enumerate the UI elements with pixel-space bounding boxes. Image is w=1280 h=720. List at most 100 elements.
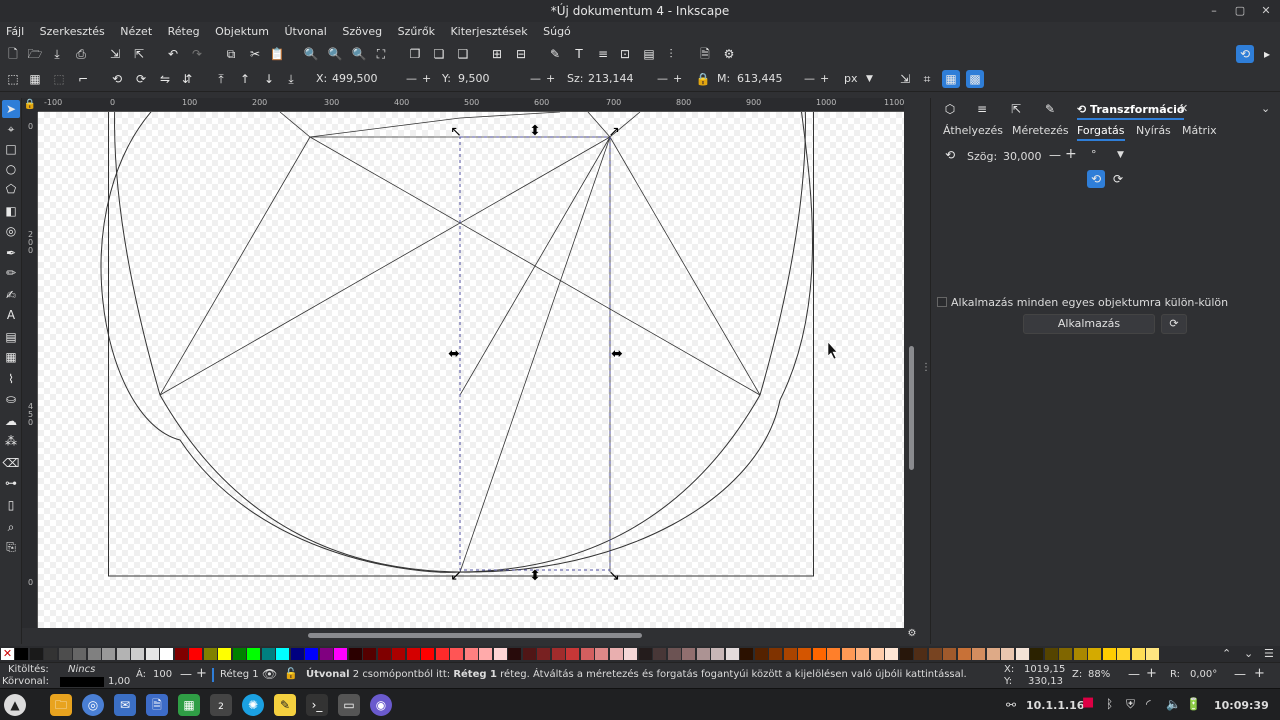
color-swatch[interactable]	[827, 648, 840, 660]
chevron-down-icon[interactable]: ⌄	[1261, 102, 1270, 115]
color-swatch[interactable]	[44, 648, 57, 660]
xml-editor-icon[interactable]: ⊡	[616, 45, 634, 63]
width-decrement-icon[interactable]: —	[657, 70, 668, 88]
close-tab-icon[interactable]: ✕	[1179, 102, 1188, 115]
select-all-icon[interactable]: ⬚	[4, 70, 22, 88]
unlink-clone-icon[interactable]: ❑	[454, 45, 472, 63]
color-swatch[interactable]	[29, 648, 43, 660]
color-swatch[interactable]	[711, 648, 724, 660]
color-swatch[interactable]	[754, 648, 768, 660]
height-increment-icon[interactable]: +	[820, 70, 829, 88]
rotate-input[interactable]: 0,00°	[1190, 669, 1217, 680]
color-swatch[interactable]	[638, 648, 652, 660]
palette-menu-icon[interactable]: ☰	[1264, 647, 1274, 660]
undo-icon[interactable]: ↶	[164, 45, 182, 63]
handle-rotate-ne-icon[interactable]: ↗	[608, 124, 620, 140]
color-swatch[interactable]	[319, 648, 333, 660]
color-swatch[interactable]	[203, 648, 217, 660]
menu-path[interactable]: Útvonal	[278, 22, 332, 42]
pencil-tool-icon[interactable]: ✏	[2, 264, 20, 282]
color-swatch[interactable]	[73, 648, 86, 660]
color-swatch[interactable]	[276, 648, 289, 660]
zoom-fit-icon[interactable]: ⛶	[372, 45, 390, 63]
menu-text[interactable]: Szöveg	[336, 22, 388, 42]
ungroup-icon[interactable]: ⊟	[512, 45, 530, 63]
snap-toggle-icon[interactable]: ⟲	[1236, 45, 1254, 63]
panel-drag-handle[interactable]: ⋮	[921, 362, 931, 378]
gradient-tool-icon[interactable]: ▤	[2, 328, 20, 346]
color-swatch[interactable]	[363, 648, 376, 660]
reset-icon[interactable]: ⟳	[1161, 314, 1187, 334]
handle-rotate-nw-icon[interactable]: ↖	[450, 124, 462, 140]
rotate-cw-icon[interactable]: ⟳	[1109, 170, 1127, 188]
align-tab-icon[interactable]: ≡	[973, 100, 991, 118]
print-icon[interactable]: ⎙	[72, 45, 90, 63]
writer-icon[interactable]: 🗎	[146, 694, 168, 716]
close-button[interactable]: ✕	[1258, 3, 1274, 19]
subtab-scale[interactable]: Méretezés	[1012, 124, 1069, 137]
flip-horizontal-icon[interactable]: ⇋	[156, 70, 174, 88]
eraser-tool-icon[interactable]: ⌫	[2, 454, 20, 472]
color-swatch[interactable]	[914, 648, 927, 660]
recording-icon[interactable]: ■	[1082, 695, 1094, 710]
stroke-width[interactable]: 1,00	[108, 676, 130, 687]
unlock-icon[interactable]: 🔓	[284, 667, 298, 680]
color-swatch[interactable]	[928, 648, 942, 660]
x-decrement-icon[interactable]: —	[406, 70, 417, 88]
import-icon[interactable]: ⇲	[106, 45, 124, 63]
menu-view[interactable]: Nézet	[114, 22, 158, 42]
color-swatch[interactable]	[682, 648, 695, 660]
palette-down-icon[interactable]: ⌄	[1244, 647, 1253, 660]
color-swatch[interactable]	[305, 648, 318, 660]
color-swatch[interactable]	[1059, 648, 1072, 660]
connector-tool-icon[interactable]: ⊶	[2, 474, 20, 492]
color-swatch[interactable]	[870, 648, 884, 660]
zoom-drawing-icon[interactable]: 🔍	[326, 45, 344, 63]
lock-ratio-icon[interactable]: 🔒	[694, 70, 712, 88]
eye-icon[interactable]: 👁	[262, 667, 277, 681]
handle-skew-w-icon[interactable]: ⬌	[448, 346, 460, 362]
color-swatch[interactable]	[261, 648, 275, 660]
menu-edit[interactable]: Szerkesztés	[34, 22, 111, 42]
new-document-icon[interactable]: 🗋	[4, 45, 22, 63]
touch-select-icon[interactable]: ⌐	[74, 70, 92, 88]
color-swatch[interactable]	[508, 648, 521, 660]
color-swatch[interactable]	[943, 648, 956, 660]
angle-unit-select[interactable]: °	[1091, 148, 1097, 161]
y-decrement-icon[interactable]: —	[530, 70, 541, 88]
zoom-tool-icon[interactable]: ⌕	[2, 518, 20, 536]
color-swatch[interactable]	[218, 648, 231, 660]
rotate-increment-icon[interactable]: +	[1254, 666, 1265, 681]
lower-icon[interactable]: ↓	[260, 70, 278, 88]
layers-icon[interactable]: ≡	[594, 45, 612, 63]
color-swatch[interactable]	[624, 648, 637, 660]
scroll-thumb[interactable]	[909, 346, 914, 470]
apply-button[interactable]: Alkalmazás	[1023, 314, 1155, 334]
color-swatch[interactable]	[290, 648, 304, 660]
color-swatch[interactable]	[1102, 648, 1116, 660]
zoom-page-icon[interactable]: 🔍	[350, 45, 368, 63]
transform-patterns-icon[interactable]: ▩	[966, 70, 984, 88]
raise-top-icon[interactable]: ⤒	[212, 70, 230, 88]
scanner-icon[interactable]: ▭	[338, 694, 360, 716]
color-swatch[interactable]	[1117, 648, 1130, 660]
color-swatch[interactable]	[667, 648, 681, 660]
open-icon[interactable]: 🗁	[26, 45, 44, 63]
fill-stroke-icon[interactable]: ✎	[546, 45, 564, 63]
vertical-scrollbar[interactable]	[904, 112, 920, 628]
y-input[interactable]: 9,500	[458, 70, 528, 88]
color-swatch[interactable]	[102, 648, 115, 660]
mesh-tool-icon[interactable]: ▦	[2, 348, 20, 366]
box3d-tool-icon[interactable]: ◧	[2, 202, 20, 220]
fill-stroke-tab-icon[interactable]: ⬡	[941, 100, 959, 118]
display-mode-icon[interactable]: ⚙	[906, 628, 918, 642]
unit-select[interactable]: px	[844, 70, 858, 88]
calc-icon[interactable]: ▦	[178, 694, 200, 716]
group-icon[interactable]: ⊞	[488, 45, 506, 63]
document-properties-icon[interactable]: 🗎	[696, 45, 714, 63]
wifi-icon[interactable]: ◜	[1146, 697, 1151, 711]
color-swatch[interactable]	[334, 648, 347, 660]
volume-icon[interactable]: 🔈	[1166, 697, 1181, 711]
color-swatch[interactable]	[160, 648, 173, 660]
star-tool-icon[interactable]: ⬠	[2, 180, 20, 198]
